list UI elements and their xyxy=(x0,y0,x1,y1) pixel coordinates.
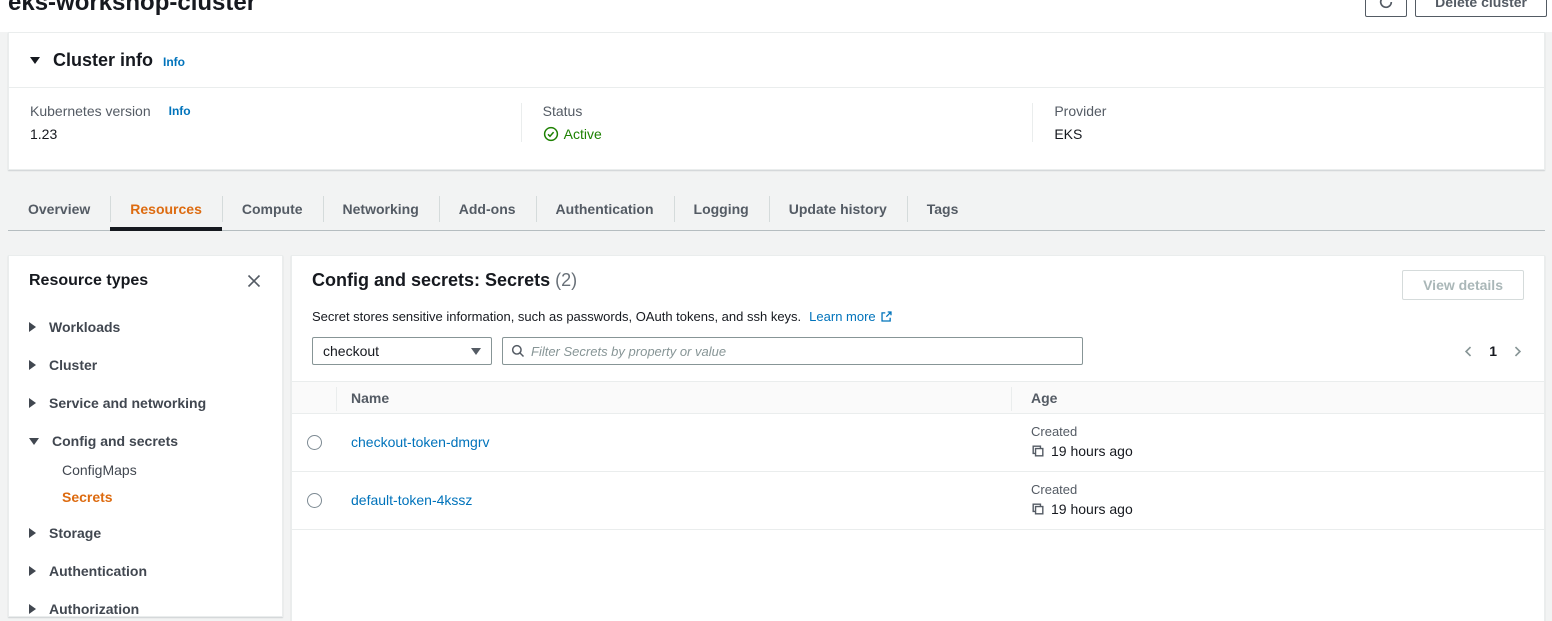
sidebar-item-cluster[interactable]: Cluster xyxy=(29,357,262,373)
cluster-info-body: Kubernetes version Info 1.23 Status Acti… xyxy=(9,88,1544,142)
tab-networking[interactable]: Networking xyxy=(323,188,439,230)
tab-compute[interactable]: Compute xyxy=(222,188,323,230)
tab-add-ons[interactable]: Add-ons xyxy=(439,188,536,230)
dropdown-caret-icon xyxy=(471,348,481,355)
row-radio-button[interactable] xyxy=(307,435,322,450)
copy-icon[interactable] xyxy=(1031,502,1045,516)
sidebar-item-workloads[interactable]: Workloads xyxy=(29,319,262,335)
secrets-panel: Config and secrets: Secrets (2) View det… xyxy=(291,255,1545,621)
chevron-right-icon xyxy=(29,604,36,614)
resource-types-title: Resource types xyxy=(29,272,148,290)
close-icon[interactable] xyxy=(246,273,262,289)
secret-name-link[interactable]: default-token-4kssz xyxy=(351,492,472,508)
table-row: default-token-4kssz Created 19 hours ago xyxy=(292,472,1544,530)
provider-value: EKS xyxy=(1054,126,1544,142)
delete-cluster-button[interactable]: Delete cluster xyxy=(1415,0,1547,17)
secrets-count: (2) xyxy=(555,270,577,290)
resource-types-panel: Resource types Workloads Cluster Service… xyxy=(8,255,283,617)
sidebar-item-authentication[interactable]: Authentication xyxy=(29,563,262,579)
view-details-button[interactable]: View details xyxy=(1402,270,1524,300)
search-box xyxy=(502,337,1083,365)
tab-resources[interactable]: Resources xyxy=(110,188,222,230)
tab-update-history[interactable]: Update history xyxy=(769,188,907,230)
tab-authentication[interactable]: Authentication xyxy=(536,188,674,230)
secret-name-link[interactable]: checkout-token-dmgrv xyxy=(351,434,490,450)
column-header-name: Name xyxy=(336,390,1011,406)
sidebar-item-secrets[interactable]: Secrets xyxy=(62,489,262,505)
sidebar-item-configmaps[interactable]: ConfigMaps xyxy=(62,462,262,478)
chevron-down-icon xyxy=(29,438,39,445)
field-provider: Provider EKS xyxy=(1032,103,1544,142)
pagination: 1 xyxy=(1462,343,1524,359)
secrets-description: Secret stores sensitive information, suc… xyxy=(312,309,801,324)
chevron-right-icon xyxy=(29,528,36,538)
sidebar-item-config-and-secrets[interactable]: Config and secrets xyxy=(29,433,262,449)
collapse-caret-icon xyxy=(30,57,40,64)
page-header: eks-workshop-cluster Delete cluster xyxy=(0,0,1552,32)
column-header-age: Age xyxy=(1011,390,1544,406)
tab-logging[interactable]: Logging xyxy=(674,188,769,230)
tab-tags[interactable]: Tags xyxy=(907,188,979,230)
secrets-panel-title: Config and secrets: Secrets (2) xyxy=(312,270,577,291)
chevron-right-icon xyxy=(29,566,36,576)
table-header: Name Age xyxy=(292,381,1544,414)
table-row: checkout-token-dmgrv Created 19 hours ag… xyxy=(292,414,1544,472)
cluster-tabs: Overview Resources Compute Networking Ad… xyxy=(8,188,1545,231)
cluster-info-card: Cluster info Info Kubernetes version Inf… xyxy=(8,32,1545,170)
header-actions: Delete cluster xyxy=(1365,0,1547,17)
refresh-icon xyxy=(1378,0,1394,10)
cluster-info-info-link[interactable]: Info xyxy=(163,55,185,69)
kubernetes-version-label: Kubernetes version xyxy=(30,103,151,119)
created-label: Created xyxy=(1031,482,1544,497)
search-icon xyxy=(511,344,525,358)
filter-type-dropdown[interactable]: checkout xyxy=(312,337,492,365)
external-link-icon xyxy=(880,310,893,323)
previous-page-icon[interactable] xyxy=(1462,345,1475,358)
kubernetes-version-info-link[interactable]: Info xyxy=(169,104,191,118)
row-radio-button[interactable] xyxy=(307,493,322,508)
kubernetes-version-value: 1.23 xyxy=(30,126,521,142)
field-kubernetes-version: Kubernetes version Info 1.23 xyxy=(9,103,521,142)
learn-more-link[interactable]: Learn more xyxy=(809,309,892,324)
age-value: 19 hours ago xyxy=(1051,443,1133,459)
resource-types-list: Workloads Cluster Service and networking… xyxy=(29,319,262,617)
sidebar-item-authorization[interactable]: Authorization xyxy=(29,601,262,617)
secrets-table: Name Age checkout-token-dmgrv Created 19… xyxy=(292,381,1544,530)
field-status: Status Active xyxy=(521,103,1033,142)
copy-icon[interactable] xyxy=(1031,444,1045,458)
cluster-info-title: Cluster info xyxy=(53,50,153,71)
chevron-right-icon xyxy=(29,398,36,408)
provider-label: Provider xyxy=(1054,103,1106,119)
chevron-right-icon xyxy=(29,360,36,370)
sidebar-item-service-and-networking[interactable]: Service and networking xyxy=(29,395,262,411)
refresh-button[interactable] xyxy=(1365,0,1407,17)
page-number[interactable]: 1 xyxy=(1489,343,1497,359)
status-badge: Active xyxy=(564,126,602,142)
created-label: Created xyxy=(1031,424,1544,439)
chevron-right-icon xyxy=(29,322,36,332)
age-value: 19 hours ago xyxy=(1051,501,1133,517)
search-input[interactable] xyxy=(531,344,1074,359)
sidebar-item-storage[interactable]: Storage xyxy=(29,525,262,541)
status-active-icon xyxy=(543,126,559,142)
cluster-info-header[interactable]: Cluster info Info xyxy=(9,33,1544,88)
status-label: Status xyxy=(543,103,583,119)
page-title: eks-workshop-cluster xyxy=(8,0,256,17)
tab-overview[interactable]: Overview xyxy=(8,188,110,230)
next-page-icon[interactable] xyxy=(1511,345,1524,358)
